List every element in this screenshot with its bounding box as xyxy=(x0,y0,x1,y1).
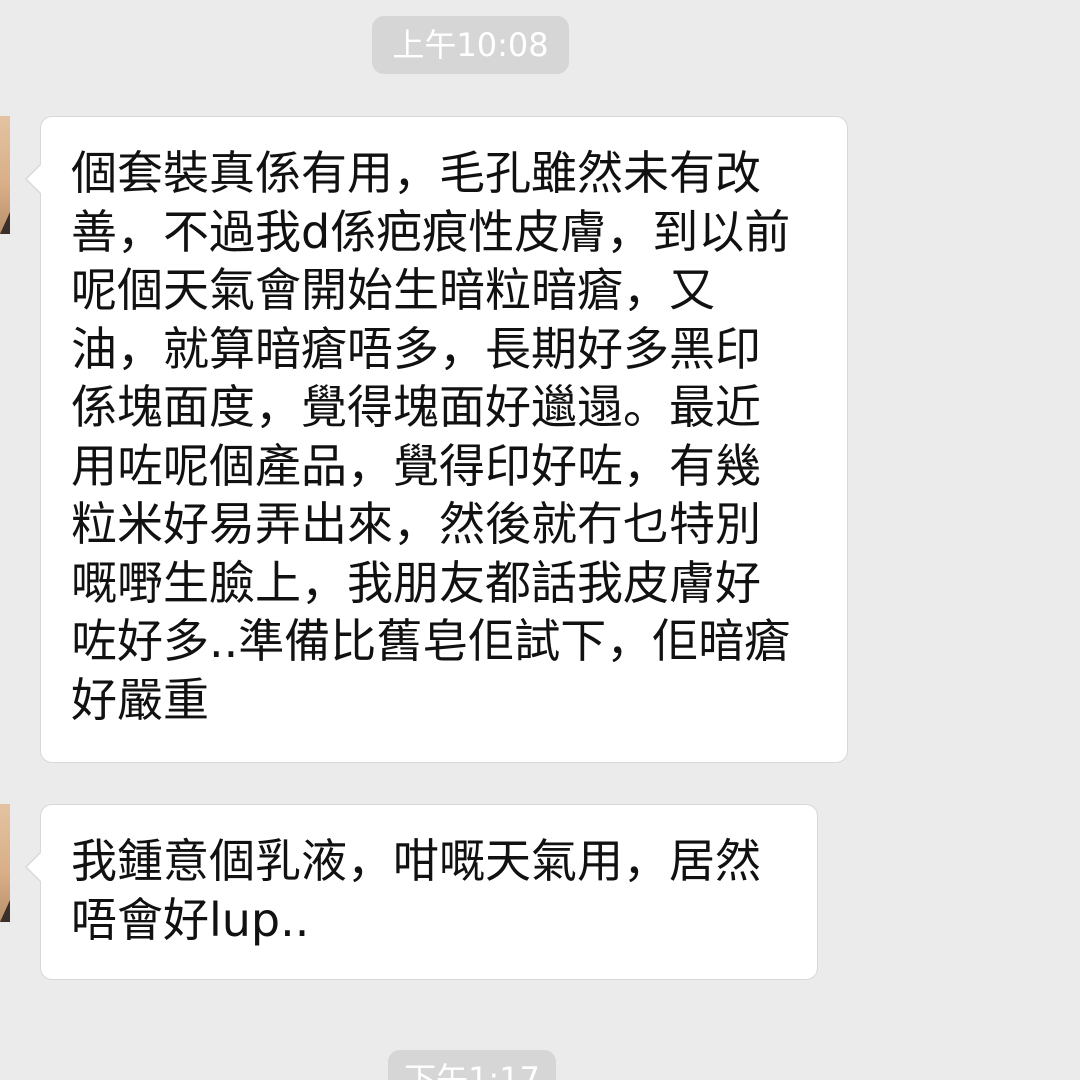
message-text: 我鍾意個乳液，咁嘅天氣用，居然 唔會好lup.. xyxy=(71,834,761,947)
avatar-shade xyxy=(0,900,10,922)
avatar-shade xyxy=(0,212,10,234)
chat-window: 上午10:08 個套裝真係有用，毛孔雖然未有改 善，不過我d係疤痕性皮膚，到以前… xyxy=(0,0,1080,1080)
message-bubble[interactable]: 個套裝真係有用，毛孔雖然未有改 善，不過我d係疤痕性皮膚，到以前 呢個天氣會開始… xyxy=(25,116,848,763)
message-text: 個套裝真係有用，毛孔雖然未有改 善，不過我d係疤痕性皮膚，到以前 呢個天氣會開始… xyxy=(71,146,791,727)
sender-avatar[interactable] xyxy=(0,804,10,922)
message-bubble[interactable]: 我鍾意個乳液，咁嘅天氣用，居然 唔會好lup.. xyxy=(25,804,818,980)
timestamp-label: 下午1:17 xyxy=(388,1050,556,1080)
sender-avatar[interactable] xyxy=(0,116,10,234)
timestamp-label: 上午10:08 xyxy=(372,16,569,74)
